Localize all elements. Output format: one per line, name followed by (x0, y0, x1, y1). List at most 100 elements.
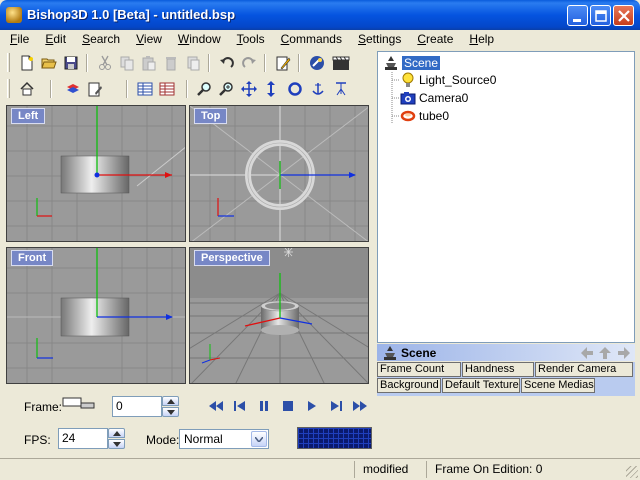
chevron-down-icon[interactable] (251, 431, 267, 447)
toolbar-grip[interactable] (7, 53, 10, 72)
tree-item-tube[interactable]: tube0 (400, 108, 449, 124)
triangle-up-icon (112, 430, 121, 436)
maximize-button[interactable] (590, 5, 611, 26)
menu-edit[interactable]: Edit (35, 30, 72, 48)
scene-tree[interactable]: Scene Light_Source0 Camera0 tube0 (377, 51, 635, 343)
animation-button[interactable] (330, 53, 351, 73)
menu-create[interactable]: Create (407, 30, 459, 48)
delete-button[interactable] (160, 53, 181, 73)
new-file-icon (21, 55, 33, 71)
tab-default-texture[interactable]: Default Texture (442, 378, 520, 393)
tab-handness[interactable]: Handness (462, 362, 534, 377)
fast-forward-button[interactable] (349, 396, 371, 416)
stop-button[interactable] (277, 396, 299, 416)
frame-spinner[interactable] (162, 396, 179, 417)
scale-button[interactable] (260, 79, 281, 99)
up-arrow-icon[interactable] (598, 346, 612, 360)
frame-down-button[interactable] (162, 407, 179, 417)
tab-render-camera[interactable]: Render Camera (535, 362, 633, 377)
tab-background[interactable]: Background (377, 378, 441, 393)
menu-search[interactable]: Search (72, 30, 126, 48)
properties-title: Scene (401, 346, 437, 360)
material-button[interactable] (62, 79, 83, 99)
fps-up-button[interactable] (108, 428, 125, 438)
viewport-top[interactable]: Top (189, 105, 369, 242)
table-view-button[interactable] (134, 79, 155, 99)
pause-button[interactable] (253, 396, 275, 416)
frame-up-button[interactable] (162, 396, 179, 406)
folder-open-icon (40, 58, 57, 69)
zoom-button[interactable] (194, 79, 215, 99)
zoom-region-button[interactable] (216, 79, 237, 99)
toolbar-separator (186, 80, 188, 98)
clapperboard-icon (332, 56, 349, 70)
menu-file[interactable]: File (0, 30, 35, 48)
pause-icon (260, 401, 268, 411)
viewport-front[interactable]: Front (6, 247, 186, 384)
left-view-canvas (7, 106, 185, 241)
menu-settings[interactable]: Settings (348, 30, 407, 48)
paste-button[interactable] (138, 53, 159, 73)
triangle-down-icon (112, 441, 121, 447)
frame-slider-icon[interactable] (62, 395, 96, 413)
copy-button[interactable] (116, 53, 137, 73)
resize-grip[interactable] (626, 466, 638, 478)
toolbar-grip[interactable] (7, 79, 10, 98)
redo-button[interactable] (238, 53, 259, 73)
timeline-display[interactable] (297, 427, 372, 449)
menu-help[interactable]: Help (459, 30, 500, 48)
fps-spinner[interactable] (108, 428, 125, 449)
open-file-button[interactable] (38, 53, 59, 73)
rewind-icon (209, 401, 223, 411)
grid-table-icon (137, 82, 152, 96)
menu-window[interactable]: Window (168, 30, 227, 48)
list-view-button[interactable] (156, 79, 177, 99)
scene-up-button[interactable] (16, 79, 37, 99)
fast-forward-icon (353, 401, 367, 411)
list-table-icon (159, 82, 174, 96)
home-icon (19, 81, 34, 96)
mode-label: Mode: (146, 433, 180, 447)
tree-item-camera[interactable]: Camera0 (400, 90, 468, 106)
step-forward-icon (331, 401, 342, 411)
align-button[interactable] (307, 79, 328, 99)
menu-view[interactable]: View (126, 30, 168, 48)
step-forward-button[interactable] (325, 396, 347, 416)
save-button[interactable] (60, 53, 81, 73)
render-button[interactable] (306, 53, 327, 73)
move-button[interactable] (238, 79, 259, 99)
viewport-perspective[interactable]: Perspective (189, 247, 369, 384)
minimize-button[interactable] (567, 5, 588, 26)
viewport-left[interactable]: Left (6, 105, 186, 242)
rotate-button[interactable] (284, 79, 305, 99)
vertical-arrows-icon (266, 81, 275, 97)
toolbar-separator (208, 54, 210, 72)
play-button[interactable] (301, 396, 323, 416)
redo-icon (241, 57, 256, 68)
light-cone-button[interactable] (330, 79, 351, 99)
edit-script-button[interactable] (272, 53, 293, 73)
texture-button[interactable] (84, 79, 105, 99)
new-file-button[interactable] (16, 53, 37, 73)
tree-item-scene[interactable]: Scene (383, 55, 441, 71)
frame-input[interactable]: 0 (112, 396, 162, 417)
app-icon[interactable] (6, 7, 22, 23)
fps-down-button[interactable] (108, 439, 125, 449)
close-button[interactable] (613, 5, 634, 26)
tab-frame-count[interactable]: Frame Count (377, 362, 461, 377)
back-arrow-icon[interactable] (579, 346, 595, 360)
tree-item-light[interactable]: Light_Source0 (400, 72, 496, 88)
fps-input[interactable]: 24 (58, 428, 108, 449)
menu-commands[interactable]: Commands (271, 30, 348, 48)
step-back-button[interactable] (229, 396, 251, 416)
rewind-button[interactable] (205, 396, 227, 416)
cut-button[interactable] (94, 53, 115, 73)
toolbar-separator (50, 80, 52, 98)
edit-pencil-icon (276, 56, 290, 71)
forward-arrow-icon[interactable] (616, 346, 632, 360)
tab-scene-medias[interactable]: Scene Medias (521, 378, 595, 393)
duplicate-button[interactable] (182, 53, 203, 73)
mode-select[interactable]: Normal (179, 429, 269, 449)
undo-button[interactable] (216, 53, 237, 73)
menu-tools[interactable]: Tools (227, 30, 271, 48)
